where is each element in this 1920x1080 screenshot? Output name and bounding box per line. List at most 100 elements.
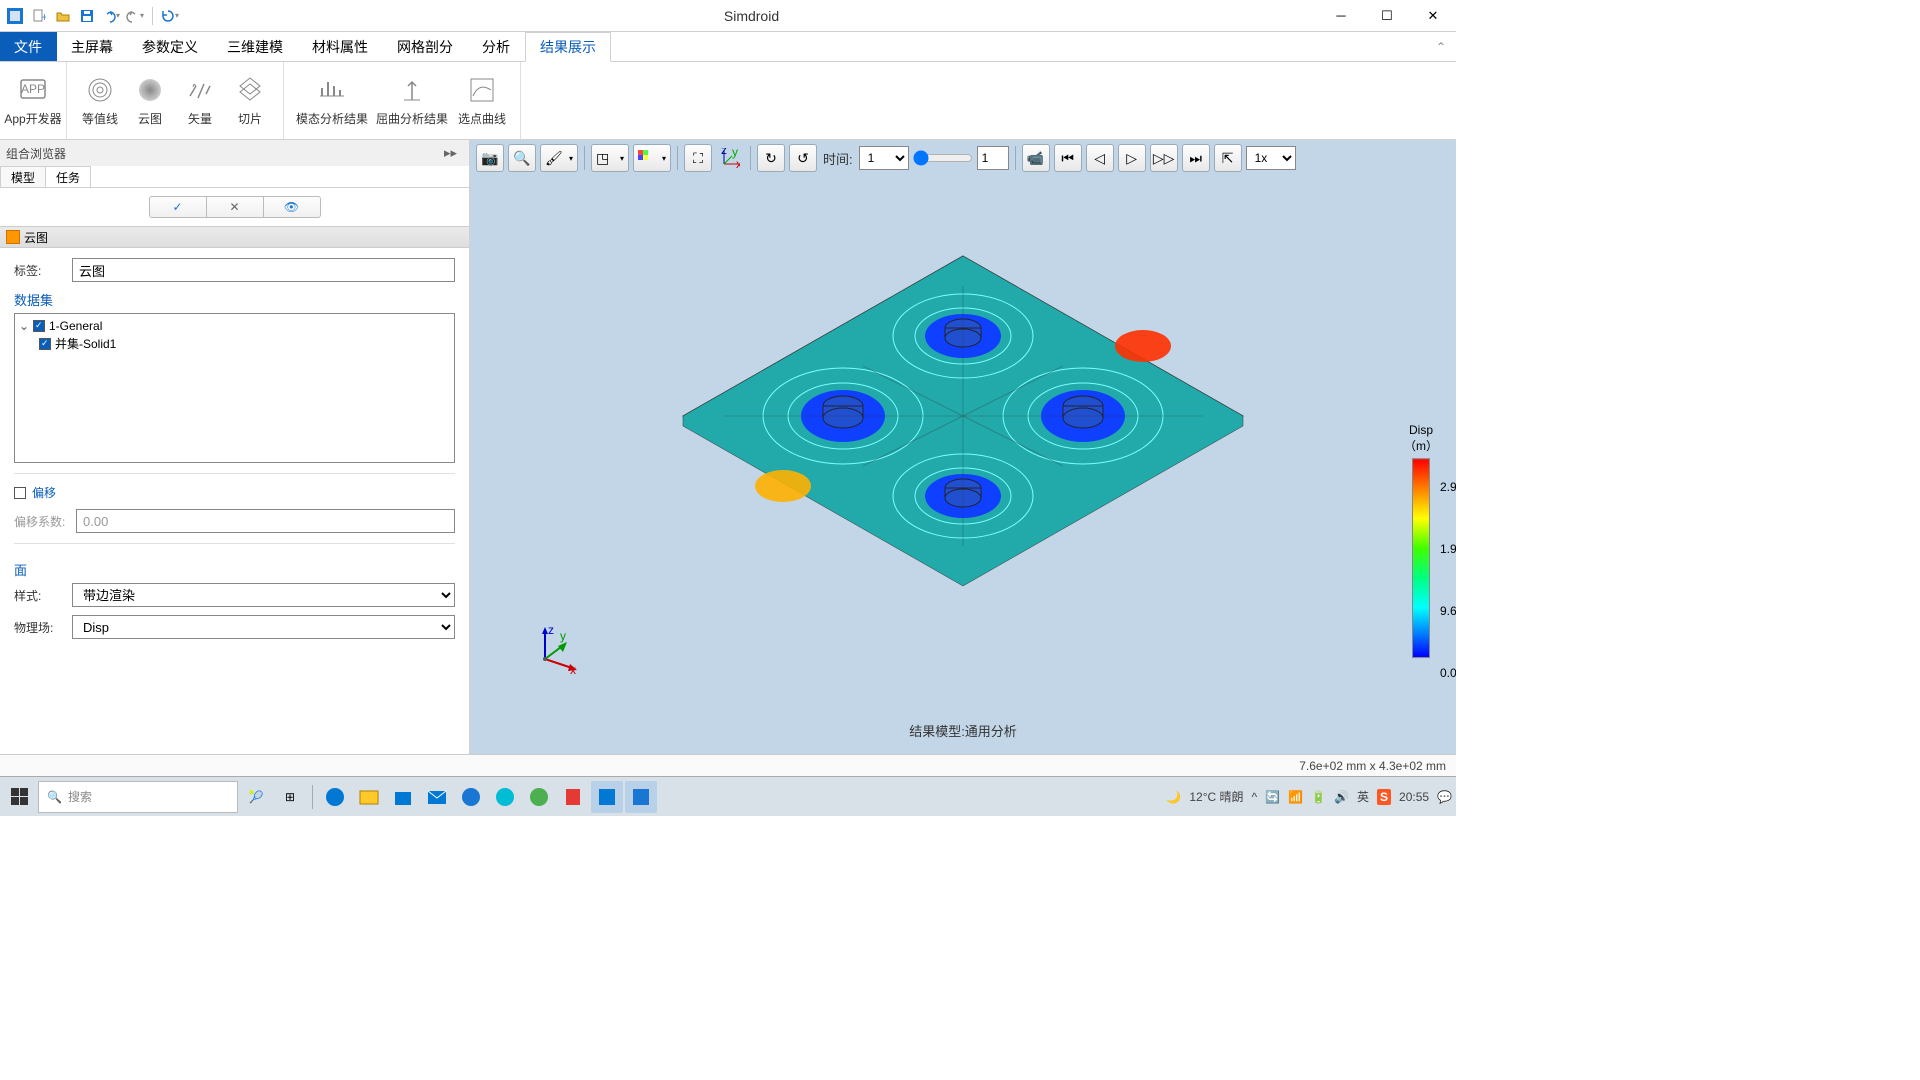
frame-input[interactable] <box>977 146 1009 170</box>
ime-indicator[interactable]: 英 <box>1357 788 1369 805</box>
tab-model[interactable]: 三维建模 <box>213 32 298 61</box>
app1-icon[interactable] <box>455 781 487 813</box>
buckling-result-button[interactable]: 屈曲分析结果 <box>372 66 452 136</box>
panel-collapse-icon[interactable]: ▸▸ <box>438 145 463 161</box>
task-view-icon[interactable]: ⊞ <box>274 781 306 813</box>
edge-icon[interactable] <box>319 781 351 813</box>
prev-frame-icon[interactable]: ◁ <box>1086 144 1114 172</box>
confirm-button[interactable]: ✓ <box>149 196 207 218</box>
next-frame-icon[interactable]: ▷▷ <box>1150 144 1178 172</box>
sync-icon[interactable]: 🔄 <box>1265 790 1280 804</box>
color-cube-icon[interactable]: ▾ <box>633 144 671 172</box>
viewport[interactable]: 📷 🔍 🖌▾ ◳▾ ▾ ⛶ zxy ↻ ↺ 时间: 1 📹 ⏮ ◁ ▷ ▷▷ ⏭… <box>470 140 1456 754</box>
time-select[interactable]: 1 <box>859 146 909 170</box>
tab-analysis[interactable]: 分析 <box>468 32 525 61</box>
last-frame-icon[interactable]: ⏭ <box>1182 144 1210 172</box>
close-button[interactable]: ✕ <box>1410 0 1456 32</box>
time-slider[interactable] <box>913 150 973 166</box>
offset-coef-input[interactable] <box>76 509 455 533</box>
tennis-icon[interactable]: 🎾 <box>240 781 272 813</box>
tab-home[interactable]: 主屏幕 <box>57 32 128 61</box>
weather-icon[interactable]: 🌙 <box>1166 790 1181 804</box>
tab-param[interactable]: 参数定义 <box>128 32 213 61</box>
wifi-icon[interactable]: 📶 <box>1288 790 1303 804</box>
save-icon[interactable] <box>76 5 98 27</box>
tab-material[interactable]: 材料属性 <box>298 32 383 61</box>
edge-legacy-icon[interactable] <box>489 781 521 813</box>
cloud-button[interactable]: 云图 <box>125 66 175 136</box>
app-title: Simdroid <box>185 8 1318 24</box>
rotate-cw-icon[interactable]: ↻ <box>757 144 785 172</box>
slice-button[interactable]: 切片 <box>225 66 275 136</box>
export-icon[interactable]: ⇱ <box>1214 144 1242 172</box>
volume-icon[interactable]: 🔊 <box>1334 790 1349 804</box>
contour-button[interactable]: 等值线 <box>75 66 125 136</box>
field-select[interactable]: Disp <box>72 615 455 639</box>
new-file-icon[interactable]: + <box>28 5 50 27</box>
search-box[interactable]: 🔍 搜索 <box>38 781 238 813</box>
ribbon-tabs: 文件 主屏幕 参数定义 三维建模 材料属性 网格剖分 分析 结果展示 ⌃ <box>0 32 1456 62</box>
axis-triad-icon: z x y <box>530 624 580 674</box>
brush-icon[interactable]: 🖌▾ <box>540 144 578 172</box>
sogou-icon[interactable]: S <box>1377 789 1391 805</box>
dataset-tree[interactable]: ⌄ 1-General 并集-Solid1 <box>14 313 455 463</box>
tree-item[interactable]: ⌄ 1-General <box>19 318 450 334</box>
simdroid-taskbar-icon[interactable] <box>625 781 657 813</box>
model-view[interactable] <box>663 226 1263 606</box>
record-icon[interactable]: 📹 <box>1022 144 1050 172</box>
clock[interactable]: 20:55 <box>1399 790 1429 804</box>
offset-coef-label: 偏移系数: <box>14 513 70 530</box>
checkbox-icon[interactable] <box>33 320 45 332</box>
zoom-icon[interactable]: 🔍 <box>508 144 536 172</box>
preview-button[interactable]: 👁 <box>263 196 321 218</box>
app2-icon[interactable] <box>591 781 623 813</box>
checkbox-icon[interactable] <box>39 338 51 350</box>
app-logo-icon[interactable] <box>4 5 26 27</box>
mail-icon[interactable] <box>421 781 453 813</box>
undo-icon[interactable]: ▾ <box>100 5 122 27</box>
open-file-icon[interactable] <box>52 5 74 27</box>
store-icon[interactable] <box>387 781 419 813</box>
rotate-ccw-icon[interactable]: ↺ <box>789 144 817 172</box>
minimize-button[interactable]: ─ <box>1318 0 1364 32</box>
camera-icon[interactable]: 📷 <box>476 144 504 172</box>
start-button[interactable] <box>4 781 36 813</box>
weather-text[interactable]: 12°C 晴朗 <box>1189 788 1243 805</box>
view-cube-icon[interactable]: ◳▾ <box>591 144 629 172</box>
cancel-button[interactable]: ✕ <box>206 196 264 218</box>
modal-result-button[interactable]: 模态分析结果 <box>292 66 372 136</box>
office-icon[interactable] <box>557 781 589 813</box>
tree-item-label: 1-General <box>49 319 102 333</box>
notifications-icon[interactable]: 💬 <box>1437 790 1452 804</box>
point-curve-button[interactable]: 选点曲线 <box>452 66 512 136</box>
tab-result[interactable]: 结果展示 <box>525 32 611 62</box>
ribbon-collapse-icon[interactable]: ⌃ <box>1426 32 1456 61</box>
chevron-up-icon[interactable]: ^ <box>1252 790 1258 804</box>
svg-text:+: + <box>41 10 46 23</box>
battery-icon[interactable]: 🔋 <box>1311 790 1326 804</box>
vector-button[interactable]: 矢量 <box>175 66 225 136</box>
play-icon[interactable]: ▷ <box>1118 144 1146 172</box>
tab-mesh[interactable]: 网格剖分 <box>383 32 468 61</box>
explorer-icon[interactable] <box>353 781 385 813</box>
app-developer-button[interactable]: APP App开发器 <box>8 66 58 136</box>
panel-tab-task[interactable]: 任务 <box>45 166 91 187</box>
maximize-button[interactable]: ☐ <box>1364 0 1410 32</box>
fit-icon[interactable]: ⛶ <box>684 144 712 172</box>
panel-title: 组合浏览器 <box>6 145 66 162</box>
offset-checkbox[interactable] <box>14 487 26 499</box>
tab-file[interactable]: 文件 <box>0 32 57 61</box>
speed-select[interactable]: 1x <box>1246 146 1296 170</box>
tree-item-label: 并集-Solid1 <box>55 335 116 352</box>
wechat-icon[interactable] <box>523 781 555 813</box>
redo-icon[interactable]: ▾ <box>124 5 146 27</box>
section-header: 云图 <box>0 226 469 248</box>
style-select[interactable]: 带边渲染 <box>72 583 455 607</box>
chevron-down-icon[interactable]: ⌄ <box>19 319 29 333</box>
axis-xyz-icon[interactable]: zxy <box>716 144 744 172</box>
label-input[interactable] <box>72 258 455 282</box>
panel-tab-model[interactable]: 模型 <box>0 166 46 187</box>
refresh-icon[interactable]: ▾ <box>159 5 181 27</box>
tree-item[interactable]: 并集-Solid1 <box>19 334 450 353</box>
first-frame-icon[interactable]: ⏮ <box>1054 144 1082 172</box>
